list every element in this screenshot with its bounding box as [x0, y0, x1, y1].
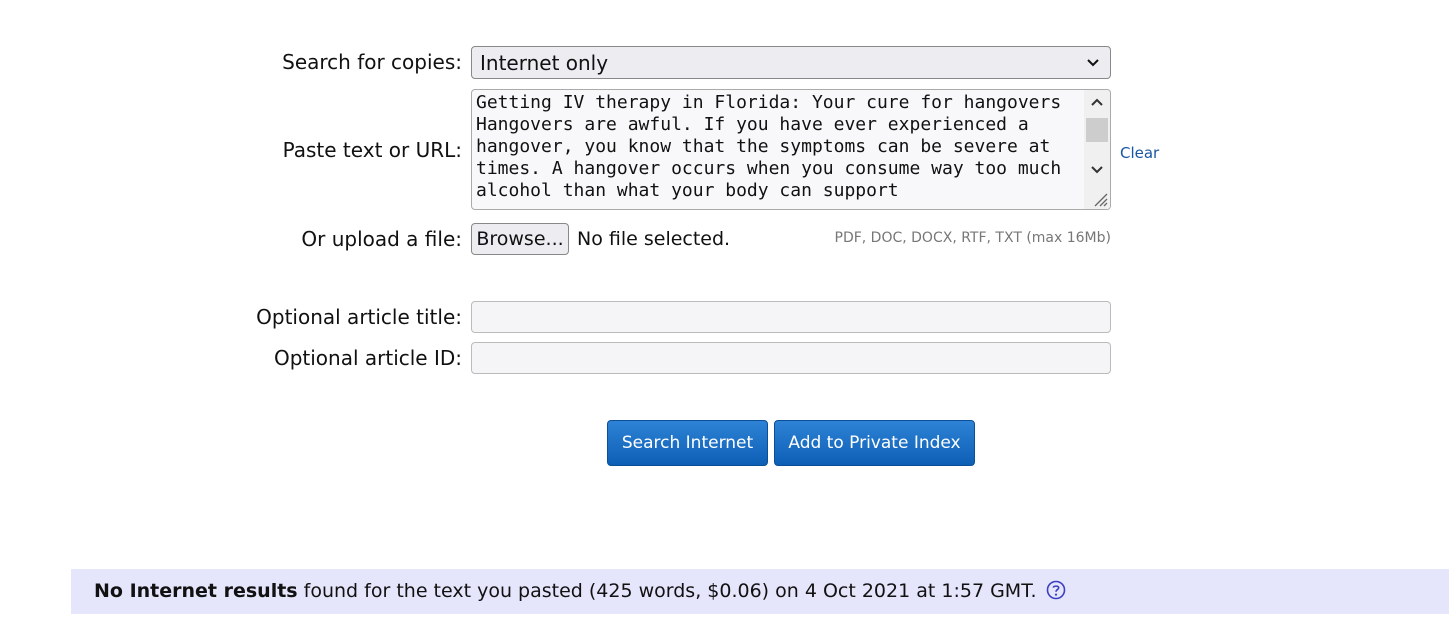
article-title-input[interactable]: [471, 301, 1111, 333]
article-id-input[interactable]: [471, 342, 1111, 374]
paste-text-content: Getting IV therapy in Florida: Your cure…: [476, 92, 1062, 201]
upload-file-label: Or upload a file:: [301, 227, 462, 251]
search-scope-value: Internet only: [480, 51, 609, 75]
result-banner: No Internet results found for the text y…: [71, 569, 1449, 614]
search-for-copies-label: Search for copies:: [282, 50, 462, 74]
clear-link[interactable]: Clear: [1120, 144, 1159, 162]
article-title-label: Optional article title:: [256, 305, 462, 329]
result-message: No Internet results found for the text y…: [94, 580, 1066, 605]
browse-button[interactable]: Browse...: [471, 223, 569, 255]
add-to-private-index-button[interactable]: Add to Private Index: [774, 420, 975, 466]
article-id-label: Optional article ID:: [273, 346, 462, 370]
search-scope-select[interactable]: Internet only: [471, 46, 1111, 79]
help-circle-icon[interactable]: [1046, 580, 1066, 605]
scroll-down-icon[interactable]: [1089, 162, 1105, 178]
paste-text-label: Paste text or URL:: [282, 138, 462, 162]
file-format-hint: PDF, DOC, DOCX, RTF, TXT (max 16Mb): [834, 230, 1112, 246]
result-headline: No Internet results: [94, 580, 298, 602]
scroll-up-icon[interactable]: [1089, 94, 1105, 110]
no-file-text: No file selected.: [577, 228, 731, 250]
scroll-thumb[interactable]: [1086, 118, 1108, 142]
search-internet-button[interactable]: Search Internet: [607, 420, 768, 466]
result-details: found for the text you pasted (425 words…: [297, 580, 1037, 602]
resize-handle-icon[interactable]: [1090, 189, 1108, 207]
paste-text-area[interactable]: Getting IV therapy in Florida: Your cure…: [471, 89, 1111, 210]
chevron-down-icon: [1086, 51, 1100, 80]
